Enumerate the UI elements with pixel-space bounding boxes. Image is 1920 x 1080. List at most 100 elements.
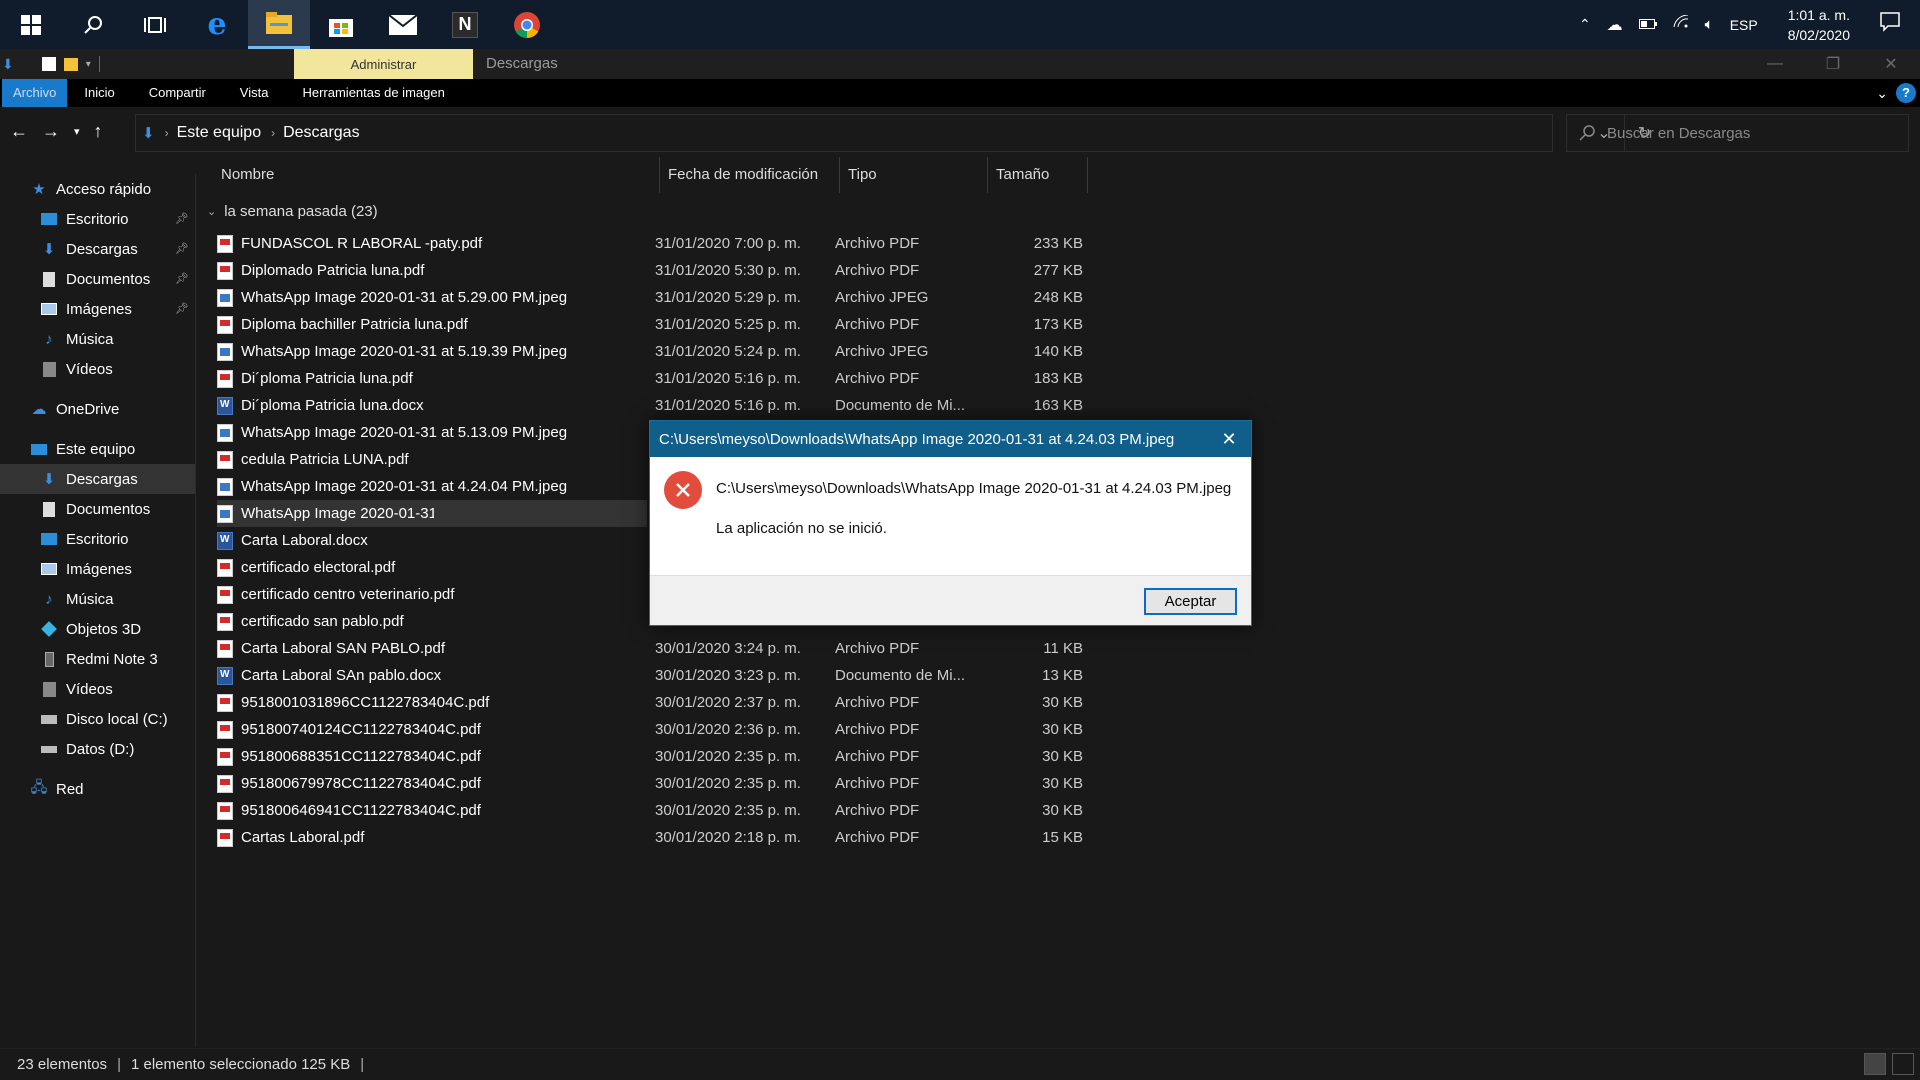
search-icon[interactable] <box>62 0 124 49</box>
large-icons-view-icon[interactable] <box>1892 1053 1914 1075</box>
nav-pc-drive-c[interactable]: Disco local (C:) <box>0 704 195 734</box>
nav-pc-documents[interactable]: Documentos <box>0 494 195 524</box>
file-type: Archivo JPEG <box>835 343 929 360</box>
clock[interactable]: 1:01 a. m. 8/02/2020 <box>1788 5 1850 45</box>
group-header[interactable]: ⌄ la semana pasada (23) <box>207 203 378 220</box>
breadcrumb-this-pc[interactable]: Este equipo <box>177 124 262 142</box>
volume-icon[interactable]: 🔈︎ <box>1705 16 1714 33</box>
tab-share[interactable]: Compartir <box>132 79 223 107</box>
nav-network[interactable]: 🖧︎ Red <box>0 774 195 804</box>
help-icon[interactable]: ? <box>1896 83 1916 103</box>
pin-icon[interactable]: 📌︎ <box>175 212 189 225</box>
file-row[interactable]: WhatsApp Image 2020-01-31 at 4.24.03 PM.… <box>217 500 647 527</box>
task-view-icon[interactable] <box>124 0 186 49</box>
nav-pc-pictures[interactable]: Imágenes <box>0 554 195 584</box>
pin-icon[interactable]: 📌︎ <box>175 272 189 285</box>
store-icon[interactable] <box>310 0 372 49</box>
file-size: 233 KB <box>1033 235 1083 252</box>
file-name-cell: certificado centro veterinario.pdf <box>217 585 655 604</box>
pin-icon[interactable]: 📌︎ <box>175 242 189 255</box>
nav-onedrive[interactable]: ☁ OneDrive <box>0 394 195 424</box>
column-header-date[interactable]: Fecha de modificación <box>660 157 840 193</box>
wifi-icon[interactable] <box>1673 14 1689 34</box>
onedrive-icon[interactable]: ☁ <box>1607 15 1623 35</box>
tab-home[interactable]: Inicio <box>67 79 131 107</box>
file-row[interactable]: Diploma bachiller Patricia luna.pdf 31/01… <box>217 311 1117 338</box>
up-arrow-icon[interactable]: ↑ <box>94 121 103 142</box>
nav-this-pc[interactable]: Este equipo <box>0 434 195 464</box>
nav-pc-videos[interactable]: Vídeos <box>0 674 195 704</box>
address-bar[interactable]: ⬇ › Este equipo › Descargas ⌄ ↻ <box>135 114 1651 152</box>
column-header-name[interactable]: Nombre <box>197 157 660 193</box>
nav-pc-drive-d[interactable]: Datos (D:) <box>0 734 195 764</box>
search-input[interactable]: Buscar en Descargas <box>1566 114 1909 152</box>
chevron-up-icon[interactable]: ⌃ <box>1579 16 1591 33</box>
breadcrumb-downloads[interactable]: Descargas <box>283 124 359 142</box>
notifications-icon[interactable] <box>1880 12 1900 37</box>
download-arrow-icon[interactable]: ⬇ <box>2 56 14 73</box>
back-arrow-icon[interactable]: ← <box>10 121 28 142</box>
ok-button[interactable]: Aceptar <box>1144 588 1237 615</box>
details-view-icon[interactable] <box>1864 1053 1886 1075</box>
file-row[interactable]: FUNDASCOL R LABORAL -paty.pdf 31/01/2020 … <box>217 230 1117 257</box>
notion-icon[interactable]: N <box>434 0 496 49</box>
file-row[interactable]: Di´ploma Patricia luna.pdf 31/01/2020 5:1… <box>217 365 1117 392</box>
battery-icon[interactable] <box>1638 16 1657 34</box>
nav-quick-documents[interactable]: Documentos 📌︎ <box>0 264 195 294</box>
close-window-button[interactable]: ✕ <box>1862 49 1920 79</box>
file-row[interactable]: Cartas Laboral.pdf 30/01/2020 2:18 p. m. A… <box>217 824 1117 851</box>
file-row[interactable]: 951800679978CC1122783404C.pdf 30/01/2020 … <box>217 770 1117 797</box>
dialog-close-button[interactable]: ✕ <box>1207 421 1251 457</box>
edge-icon[interactable]: e <box>186 0 248 49</box>
start-icon[interactable] <box>0 0 62 49</box>
properties-icon[interactable] <box>41 57 56 71</box>
nav-pc-desktop[interactable]: Escritorio <box>0 524 195 554</box>
file-type: Archivo PDF <box>835 640 920 657</box>
file-row[interactable]: WhatsApp Image 2020-01-31 at 5.29.00 PM.… <box>217 284 1117 311</box>
nav-pc-3d-objects[interactable]: Objetos 3D <box>0 614 195 644</box>
file-name-cell: 951800740124CC1122783404C.pdf <box>217 720 655 739</box>
nav-label: Documentos <box>66 270 151 288</box>
file-row[interactable]: Diplomado Patricia luna.pdf 31/01/2020 5:… <box>217 257 1117 284</box>
language-indicator[interactable]: ESP <box>1730 17 1758 33</box>
nav-quick-downloads[interactable]: ⬇ Descargas 📌︎ <box>0 234 195 264</box>
nav-pc-redmi[interactable]: Redmi Note 3 <box>0 644 195 674</box>
minimize-button[interactable]: — <box>1746 49 1804 79</box>
nav-quick-videos[interactable]: Vídeos <box>0 354 195 384</box>
file-row[interactable]: Carta Laboral SAN PABLO.pdf 30/01/2020 3:… <box>217 635 1117 662</box>
forward-arrow-icon[interactable]: → <box>42 121 60 142</box>
maximize-button[interactable]: ❐ <box>1804 49 1862 79</box>
file-row[interactable]: 9518001031896CC1122783404C.pdf 30/01/2020… <box>217 689 1117 716</box>
file-row[interactable]: 951800646941CC1122783404C.pdf 30/01/2020 … <box>217 797 1117 824</box>
mail-icon[interactable] <box>372 0 434 49</box>
nav-quick-music[interactable]: ♪ Música <box>0 324 195 354</box>
tab-view[interactable]: Vista <box>223 79 286 107</box>
windows-drive-icon <box>40 711 58 727</box>
tab-image-tools[interactable]: Herramientas de imagen <box>285 79 461 107</box>
file-row[interactable]: 951800740124CC1122783404C.pdf 30/01/2020 … <box>217 716 1117 743</box>
file-row[interactable]: WhatsApp Image 2020-01-31 at 5.19.39 PM.… <box>217 338 1117 365</box>
file-explorer-icon[interactable] <box>248 0 310 49</box>
pin-icon[interactable]: 📌︎ <box>175 302 189 315</box>
recent-locations-icon[interactable]: ▾ <box>74 125 80 138</box>
nav-quick-pictures[interactable]: Imágenes 📌︎ <box>0 294 195 324</box>
chrome-icon[interactable] <box>496 0 558 49</box>
file-row[interactable]: Di´ploma Patricia luna.docx 31/01/2020 5:… <box>217 392 1117 419</box>
phone-icon <box>40 651 58 667</box>
nav-quick-desktop[interactable]: Escritorio 📌︎ <box>0 204 195 234</box>
file-size: 277 KB <box>1033 262 1083 279</box>
file-date: 31/01/2020 5:16 p. m. <box>655 397 801 414</box>
column-header-type[interactable]: Tipo <box>840 157 988 193</box>
nav-quick-access[interactable]: ★ Acceso rápido <box>0 174 195 204</box>
new-folder-icon[interactable] <box>63 57 78 71</box>
nav-pc-downloads[interactable]: ⬇ Descargas <box>0 464 195 494</box>
customize-toolbar-icon[interactable]: ▾ <box>86 59 91 70</box>
nav-label: Descargas <box>66 240 138 258</box>
expand-ribbon-icon[interactable]: ⌄ <box>1876 85 1888 102</box>
file-row[interactable]: 951800688351CC1122783404C.pdf 30/01/2020 … <box>217 743 1117 770</box>
file-row[interactable]: Carta Laboral SAn pablo.docx 30/01/2020 3… <box>217 662 1117 689</box>
nav-pc-music[interactable]: ♪ Música <box>0 584 195 614</box>
tab-file[interactable]: Archivo <box>2 79 68 107</box>
context-tab-manage[interactable]: Administrar <box>294 49 473 79</box>
column-header-size[interactable]: Tamaño <box>988 157 1088 193</box>
